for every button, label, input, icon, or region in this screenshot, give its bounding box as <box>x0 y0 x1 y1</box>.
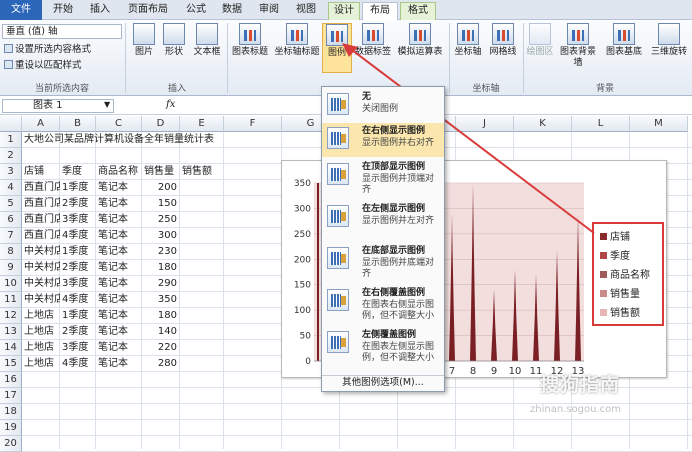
legend-option-1[interactable]: 在右侧显示图例 显示图例并右对齐 <box>322 123 444 157</box>
legend-position-icon <box>327 247 349 269</box>
legend-position-icon <box>327 331 349 353</box>
menu-item-description: 在图表右侧显示图例，但不调整大小 <box>362 300 435 321</box>
watermark-brand: 搜狗指南 <box>540 374 621 396</box>
legend-option-0[interactable]: 无关闭图例 <box>322 89 444 121</box>
menu-item-description: 在图表左侧显示图例，但不调整大小 <box>362 342 435 363</box>
menu-item-title: 在右侧覆盖图例 <box>362 288 426 298</box>
menu-item-description: 显示图例并右对齐 <box>362 138 435 148</box>
watermark-url: zhinan.sogou.com <box>530 404 622 415</box>
menu-item-title: 在底部显示图例 <box>362 246 426 256</box>
menu-item-description: 显示图例并顶端对齐 <box>362 174 435 195</box>
legend-option-3[interactable]: 在左侧显示图例 显示图例并左对齐 <box>322 201 444 241</box>
menu-item-title: 在顶部显示图例 <box>362 162 426 172</box>
legend-option-4[interactable]: 在底部显示图例显示图例并底端对齐 <box>322 243 444 283</box>
legend-option-2[interactable]: 在顶部显示图例显示图例并顶端对齐 <box>322 159 444 199</box>
legend-position-icon <box>327 127 349 149</box>
legend-position-icon <box>327 205 349 227</box>
menu-item-title: 在右侧显示图例 <box>362 126 426 136</box>
legend-option-5[interactable]: 在右侧覆盖图例在图表右侧显示图例，但不调整大小 <box>322 285 444 325</box>
menu-item-title: 无 <box>362 92 372 102</box>
menu-item-description: 显示图例并底端对齐 <box>362 258 435 279</box>
legend-position-icon <box>327 163 349 185</box>
legend-dropdown-menu[interactable]: 无关闭图例 在右侧显示图例 显示图例并右对齐 在顶部显示图例 显示图例并顶端对齐 在左侧显… <box>321 86 445 392</box>
legend-option-6[interactable]: 左侧覆盖图例在图表左侧显示图例，但不调整大小 <box>322 327 444 363</box>
legend-position-icon <box>327 289 349 311</box>
legend-position-icon <box>327 93 349 115</box>
menu-item-title: 在左侧显示图例 <box>362 204 426 214</box>
more-legend-options-item[interactable]: 其他图例选项(M)... <box>322 375 444 389</box>
menu-item-description: 显示图例并左对齐 <box>362 216 435 226</box>
menu-item-title: 左侧覆盖图例 <box>362 330 417 340</box>
menu-item-description: 关闭图例 <box>362 104 399 114</box>
